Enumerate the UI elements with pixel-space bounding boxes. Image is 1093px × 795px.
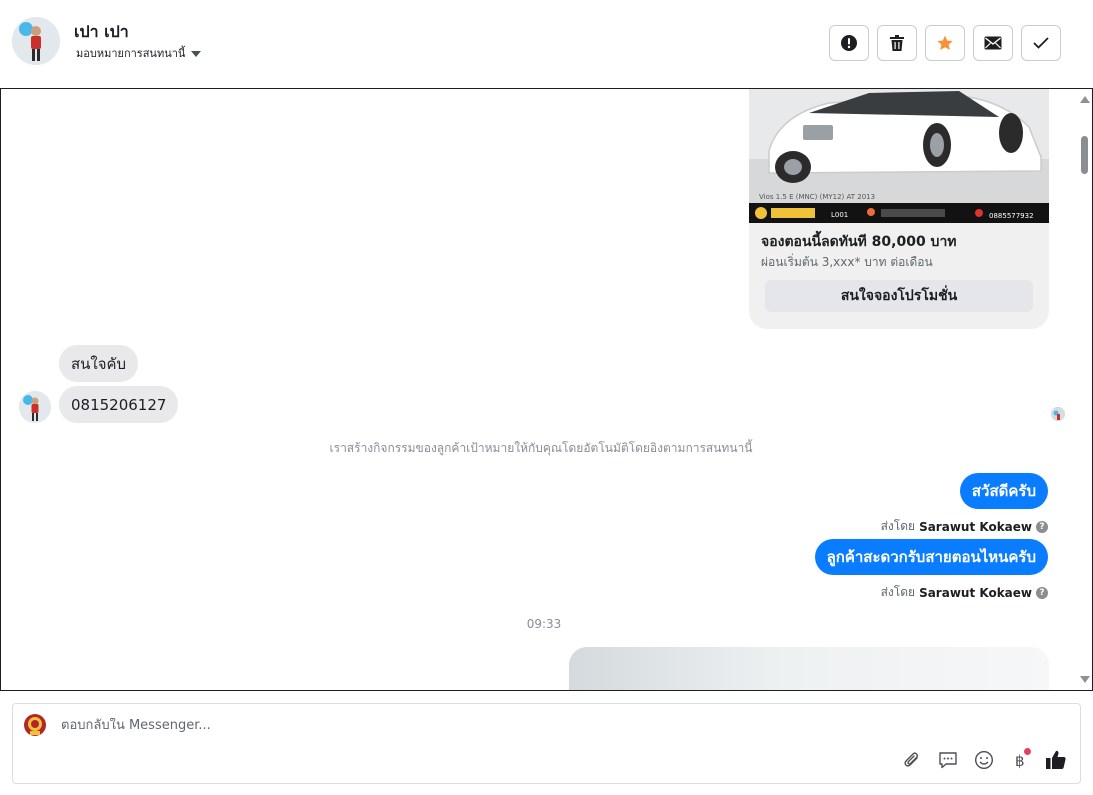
help-icon[interactable]: ? [1036, 520, 1048, 533]
reply-composer: ฿ [12, 703, 1081, 784]
dealer-strip: L001 0885577932 [749, 203, 1049, 223]
car-image[interactable]: Vios 1.5 E (MNC) (MY12) AT 2013 L001 088… [749, 89, 1049, 223]
sent-by-prefix: ส่งโดย [880, 585, 916, 599]
thumbs-up-icon [1046, 750, 1066, 769]
spam-icon [841, 35, 857, 51]
saved-replies-button[interactable] [936, 748, 960, 772]
sent-by-label: ส่งโดย Sarawut Kokaew ? [881, 517, 1048, 536]
trash-icon [890, 35, 904, 51]
sender-name: Sarawut Kokaew [919, 585, 1032, 600]
outgoing-message: สวัสดีครับ [959, 473, 1048, 509]
contact-name: เปา เปา [74, 22, 129, 41]
saved-reply-icon [939, 752, 957, 769]
contact-avatar[interactable] [12, 17, 60, 65]
delete-button[interactable] [877, 25, 917, 61]
payment-button[interactable]: ฿ [1008, 748, 1032, 772]
page-avatar [21, 711, 49, 739]
svg-text:฿: ฿ [1015, 752, 1025, 770]
sender-name: Sarawut Kokaew [919, 519, 1032, 534]
seen-avatar-icon [1051, 407, 1065, 421]
interested-promo-button[interactable]: สนใจจองโปรโมชั่น [765, 280, 1033, 312]
star-icon [937, 35, 953, 51]
assign-conversation-dropdown[interactable]: มอบหมายการสนทนานี้ [76, 44, 202, 62]
like-button[interactable] [1044, 748, 1068, 772]
message-timestamp: 09:33 [526, 617, 562, 631]
dealer-phone: 0885577932 [989, 212, 1034, 220]
attach-button[interactable] [900, 748, 924, 772]
incoming-message: 0815206127 [59, 386, 179, 423]
automation-notice: เราสร้างกิจกรรมของลูกค้าเป้าหมายให้กับคุ… [329, 441, 753, 455]
star-button[interactable] [925, 25, 965, 61]
promo-subtitle: ผ่อนเริ่มต้น 3,xxx* บาท ต่อเดือน [761, 255, 933, 269]
emoji-icon [974, 750, 994, 770]
attach-icon [904, 752, 919, 767]
car-code: L001 [831, 211, 848, 219]
sent-by-prefix: ส่งโดย [880, 519, 916, 533]
scroll-up-arrow-icon[interactable] [1080, 96, 1090, 103]
conversation-header: เปา เปา มอบหมายการสนทนานี้ [0, 0, 1093, 88]
incoming-message: สนใจคับ [59, 345, 139, 382]
thread-scrollbar[interactable] [1078, 89, 1092, 690]
outgoing-message: ลูกค้าสะดวกรับสายตอนไหนครับ [814, 539, 1048, 575]
mark-spam-button[interactable] [829, 25, 869, 61]
check-icon [1033, 37, 1049, 49]
promo-card: Vios 1.5 E (MNC) (MY12) AT 2013 L001 088… [749, 89, 1049, 329]
message-thread[interactable]: Vios 1.5 E (MNC) (MY12) AT 2013 L001 088… [0, 88, 1093, 691]
notification-dot [1024, 748, 1031, 755]
mark-done-button[interactable] [1021, 25, 1061, 61]
caret-down-icon [191, 50, 202, 57]
mark-unread-button[interactable] [973, 25, 1013, 61]
conversation-actions [829, 25, 1061, 61]
sent-by-label: ส่งโดย Sarawut Kokaew ? [881, 583, 1048, 602]
promo-title: จองตอนนี้ลดทันที 80,000 บาท [761, 234, 957, 250]
mail-icon [984, 36, 1002, 50]
scroll-thumb[interactable] [1081, 136, 1088, 174]
reply-input[interactable] [61, 718, 661, 733]
composer-tools: ฿ [900, 748, 1068, 772]
emoji-button[interactable] [972, 748, 996, 772]
contact-avatar-small[interactable] [19, 391, 51, 423]
image-message[interactable] [569, 647, 1049, 690]
car-caption: Vios 1.5 E (MNC) (MY12) AT 2013 [759, 193, 875, 201]
scroll-down-arrow-icon[interactable] [1080, 676, 1090, 683]
assign-label: มอบหมายการสนทนานี้ [76, 47, 186, 60]
help-icon[interactable]: ? [1036, 586, 1048, 599]
